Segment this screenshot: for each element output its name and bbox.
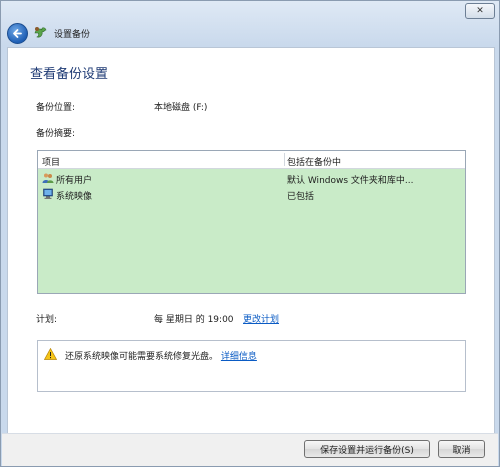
backup-summary-label: 备份摘要: (36, 129, 76, 139)
close-icon: ✕ (476, 6, 484, 16)
back-arrow-icon (13, 29, 22, 38)
backup-location-value: 本地磁盘 (F:) (154, 103, 208, 113)
backup-app-icon (33, 25, 48, 40)
button-bar: 保存设置并运行备份(S) 取消 (2, 433, 498, 466)
table-row[interactable]: 所有用户 默认 Windows 文件夹和库中... (38, 170, 465, 186)
schedule-label: 计划: (36, 315, 58, 325)
back-button[interactable] (7, 23, 28, 44)
warning-box: 还原系统映像可能需要系统修复光盘。 详细信息 (37, 340, 466, 392)
row-name: 所有用户 (56, 176, 93, 186)
table-row[interactable]: 系统映像 已包括 (38, 186, 465, 202)
warning-icon (44, 348, 57, 360)
warning-text: 还原系统映像可能需要系统修复光盘。 详细信息 (65, 349, 257, 362)
close-button[interactable]: ✕ (465, 3, 495, 19)
warning-message: 还原系统映像可能需要系统修复光盘。 (65, 352, 219, 362)
backup-summary-table: 项目 包括在备份中 所有用户 默认 Windows 文件夹和库中... 系统映像 (37, 150, 466, 294)
dialog-window: ✕ 设置备份 查看备份设置 备份位置: 本地磁盘 (F:) 备份摘要: 项目 包… (0, 0, 500, 467)
cancel-button[interactable]: 取消 (438, 440, 485, 458)
change-schedule-link[interactable]: 更改计划 (243, 312, 279, 325)
column-header-item[interactable]: 项目 (42, 155, 60, 168)
schedule-value: 每 星期日 的 19:00 (154, 315, 234, 325)
users-icon (42, 173, 54, 183)
page-title: 查看备份设置 (30, 67, 109, 82)
column-divider[interactable] (284, 153, 285, 166)
table-header: 项目 包括在备份中 (38, 151, 465, 169)
save-and-run-backup-button[interactable]: 保存设置并运行备份(S) (304, 440, 430, 458)
column-header-included[interactable]: 包括在备份中 (287, 155, 341, 168)
backup-location-label: 备份位置: (36, 103, 76, 113)
row-value: 已包括 (287, 192, 315, 202)
system-image-icon (43, 188, 53, 199)
details-link[interactable]: 详细信息 (221, 352, 257, 362)
window-title: 设置备份 (54, 30, 91, 40)
row-value: 默认 Windows 文件夹和库中... (287, 176, 414, 186)
row-name: 系统映像 (56, 192, 93, 202)
